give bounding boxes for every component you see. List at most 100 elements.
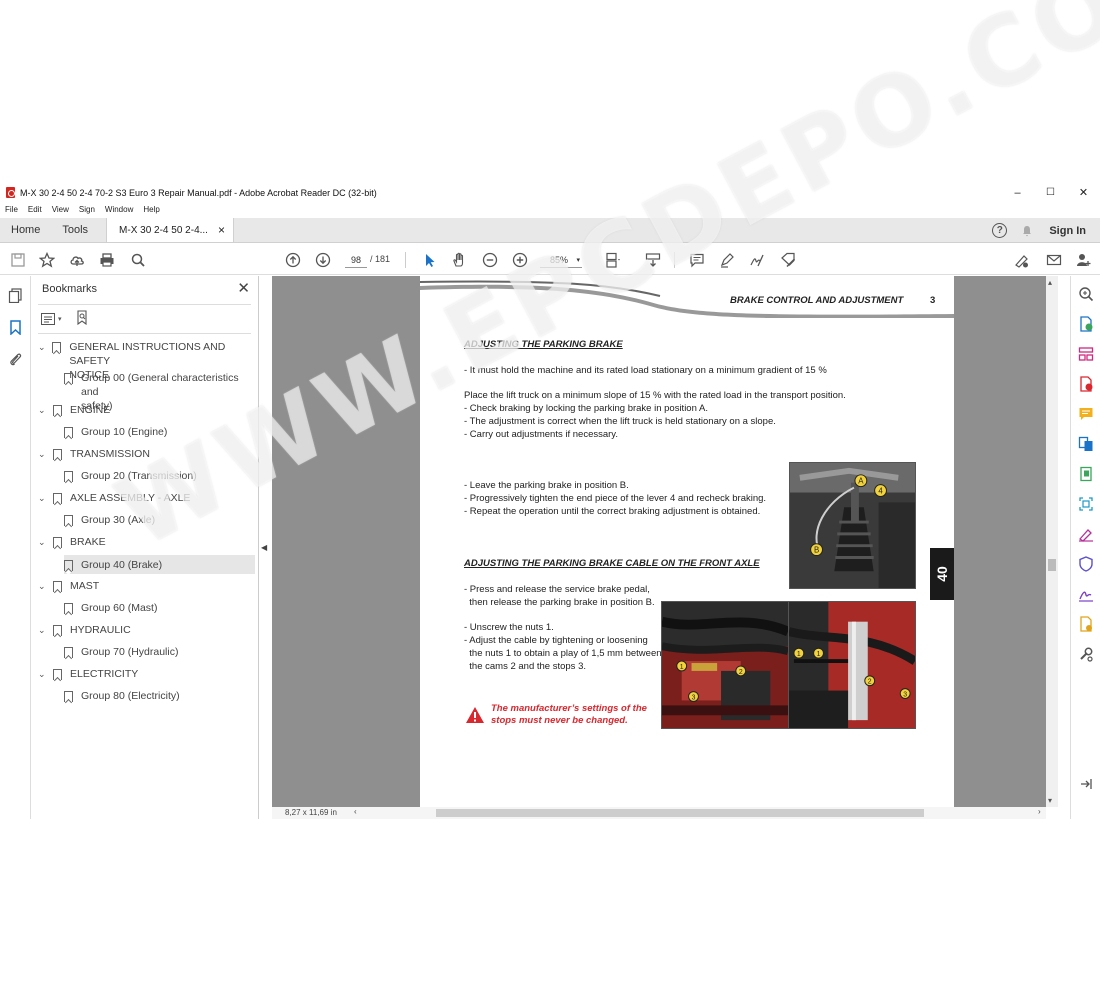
zoom-dropdown[interactable]: 85% ▾ bbox=[540, 252, 582, 268]
bookmark-group-70[interactable]: Group 70 (Hydraulic) bbox=[64, 645, 178, 659]
print-icon[interactable] bbox=[98, 251, 116, 269]
chevron-down-icon[interactable]: ⌄ bbox=[38, 340, 47, 354]
collapse-panel-arrow-icon[interactable]: ◀ bbox=[261, 543, 267, 552]
scroll-mode-icon[interactable] bbox=[644, 251, 662, 269]
organize-pages-icon[interactable] bbox=[1078, 346, 1094, 362]
sign-in-button[interactable]: Sign In bbox=[1049, 225, 1086, 237]
bookmark-mast[interactable]: ⌄ MAST bbox=[38, 579, 99, 593]
menu-window[interactable]: Window bbox=[100, 203, 138, 217]
menu-edit[interactable]: Edit bbox=[23, 203, 47, 217]
fill-sign-icon[interactable] bbox=[1078, 526, 1094, 542]
chevron-down-icon[interactable]: ⌄ bbox=[38, 403, 48, 417]
page-number-input[interactable] bbox=[345, 252, 367, 268]
bookmark-options-icon[interactable]: ▾ bbox=[41, 313, 62, 325]
tab-close-icon[interactable]: × bbox=[218, 218, 225, 243]
bookmark-group-10[interactable]: Group 10 (Engine) bbox=[64, 425, 167, 439]
warning-text: The manufacturer’s settings of the stops … bbox=[491, 703, 647, 726]
bookmark-icon bbox=[52, 342, 62, 353]
bookmark-group-20[interactable]: Group 20 (Transmission) bbox=[64, 469, 197, 483]
highlight-pen-icon[interactable] bbox=[718, 251, 736, 269]
page-view-icon[interactable] bbox=[604, 251, 622, 269]
export-pdf-icon[interactable] bbox=[1078, 316, 1094, 332]
edit-pdf-icon[interactable] bbox=[1078, 466, 1094, 482]
more-tools-icon[interactable] bbox=[1078, 646, 1094, 662]
comment-tool-icon[interactable] bbox=[1078, 406, 1094, 422]
bookmark-hydraulic[interactable]: ⌄ HYDRAULIC bbox=[38, 623, 131, 637]
scroll-thumb[interactable] bbox=[1048, 559, 1056, 571]
chevron-down-icon[interactable]: ⌄ bbox=[38, 579, 48, 593]
menu-file[interactable]: File bbox=[0, 203, 23, 217]
tab-document-label: M-X 30 2-4 50 2-4... bbox=[119, 224, 208, 236]
bookmark-engine[interactable]: ⌄ ENGINE bbox=[38, 403, 110, 417]
star-icon[interactable] bbox=[38, 251, 56, 269]
stamp-edit-icon[interactable] bbox=[779, 251, 797, 269]
request-signatures-icon[interactable] bbox=[1078, 586, 1094, 602]
expand-panel-icon[interactable] bbox=[1078, 776, 1094, 792]
tab-home[interactable]: Home bbox=[0, 218, 51, 242]
close-button[interactable]: ✕ bbox=[1067, 183, 1100, 202]
search-zoom-icon[interactable] bbox=[1078, 286, 1094, 302]
scan-ocr-icon[interactable] bbox=[1078, 496, 1094, 512]
notification-bell-icon[interactable] bbox=[1021, 225, 1033, 237]
comment-icon[interactable] bbox=[688, 251, 706, 269]
cloud-upload-icon[interactable] bbox=[68, 251, 86, 269]
create-pdf-icon[interactable] bbox=[1078, 376, 1094, 392]
chevron-down-icon[interactable]: ⌄ bbox=[38, 491, 48, 505]
bookmark-axle-assembly[interactable]: ⌄ AXLE ASSEMBLY - AXLE bbox=[38, 491, 190, 505]
svg-text:3: 3 bbox=[692, 694, 696, 701]
horizontal-scroll-thumb[interactable] bbox=[436, 809, 924, 817]
next-page-icon[interactable] bbox=[314, 251, 332, 269]
find-bookmark-icon[interactable] bbox=[76, 310, 90, 328]
previous-page-icon[interactable] bbox=[284, 251, 302, 269]
scroll-left-arrow-icon[interactable]: ‹ bbox=[354, 807, 357, 816]
bookmark-icon bbox=[64, 515, 73, 526]
save-icon[interactable] bbox=[9, 251, 27, 269]
maximize-button[interactable]: ☐ bbox=[1034, 183, 1067, 202]
scroll-right-arrow-icon[interactable]: › bbox=[1038, 807, 1041, 816]
send-track-icon[interactable] bbox=[1078, 616, 1094, 632]
bookmark-group-30[interactable]: Group 30 (Axle) bbox=[64, 513, 155, 527]
bookmark-group-40[interactable]: Group 40 (Brake) bbox=[64, 555, 255, 574]
sign-request-icon[interactable] bbox=[1013, 251, 1031, 269]
scroll-up-arrow-icon[interactable]: ▴ bbox=[1048, 278, 1052, 287]
document-viewer[interactable]: BRAKE CONTROL AND ADJUSTMENT 3 ADJUSTING… bbox=[272, 276, 1046, 807]
chevron-down-icon[interactable]: ⌄ bbox=[38, 447, 48, 461]
bookmark-icon bbox=[64, 691, 73, 702]
photo-parking-brake-lever: A 4 B bbox=[789, 462, 916, 589]
menu-help[interactable]: Help bbox=[138, 203, 164, 217]
page-thumbnails-icon[interactable] bbox=[8, 288, 23, 304]
chevron-down-icon[interactable]: ⌄ bbox=[38, 623, 48, 637]
bookmark-label: Group 60 (Mast) bbox=[81, 602, 158, 614]
bookmark-electricity[interactable]: ⌄ ELECTRICITY bbox=[38, 667, 138, 681]
tab-document[interactable]: M-X 30 2-4 50 2-4... × bbox=[106, 218, 234, 242]
menu-sign[interactable]: Sign bbox=[74, 203, 100, 217]
bookmark-transmission[interactable]: ⌄ TRANSMISSION bbox=[38, 447, 150, 461]
combine-files-icon[interactable] bbox=[1078, 436, 1094, 452]
hand-tool-icon[interactable] bbox=[450, 251, 468, 269]
vertical-scrollbar[interactable]: ▴ ▾ bbox=[1046, 276, 1058, 807]
acrobat-pdf-icon bbox=[6, 187, 15, 198]
menu-view[interactable]: View bbox=[47, 203, 74, 217]
bookmark-brake[interactable]: ⌄ BRAKE bbox=[38, 535, 106, 549]
minimize-button[interactable]: – bbox=[1001, 183, 1034, 202]
email-icon[interactable] bbox=[1045, 251, 1063, 269]
share-user-icon[interactable] bbox=[1075, 251, 1093, 269]
protect-shield-icon[interactable] bbox=[1078, 556, 1094, 572]
chevron-down-icon[interactable]: ⌄ bbox=[38, 535, 48, 549]
attachments-icon[interactable] bbox=[8, 352, 23, 367]
bookmarks-close-icon[interactable]: ✕ bbox=[237, 279, 250, 297]
tab-tools[interactable]: Tools bbox=[51, 218, 106, 242]
right-tools-rail bbox=[1070, 276, 1100, 819]
help-icon[interactable]: ? bbox=[992, 223, 1008, 238]
chevron-down-icon[interactable]: ⌄ bbox=[38, 667, 48, 681]
bookmark-group-60[interactable]: Group 60 (Mast) bbox=[64, 601, 157, 615]
zoom-in-icon[interactable] bbox=[511, 251, 529, 269]
bookmark-group-80[interactable]: Group 80 (Electricity) bbox=[64, 689, 180, 703]
find-icon[interactable] bbox=[129, 251, 147, 269]
scroll-down-arrow-icon[interactable]: ▾ bbox=[1048, 796, 1052, 805]
sign-icon[interactable] bbox=[748, 251, 766, 269]
select-cursor-icon[interactable] bbox=[421, 251, 439, 269]
bookmarks-panel-icon[interactable] bbox=[8, 320, 23, 336]
paragraph: - It must hold the machine and its rated… bbox=[464, 365, 827, 376]
zoom-out-icon[interactable] bbox=[481, 251, 499, 269]
